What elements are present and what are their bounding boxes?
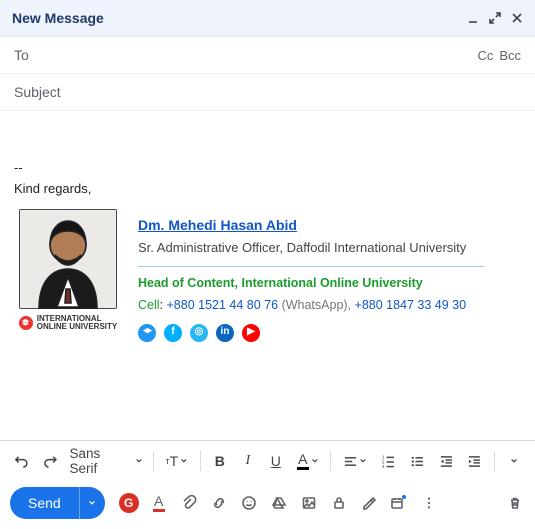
insert-drive-icon[interactable] bbox=[269, 493, 289, 513]
insert-emoji-icon[interactable] bbox=[239, 493, 259, 513]
font-family-label: Sans Serif bbox=[70, 446, 131, 476]
compose-title: New Message bbox=[12, 10, 467, 26]
text-color-button[interactable]: A bbox=[291, 447, 325, 475]
bcc-toggle[interactable]: Bcc bbox=[499, 48, 521, 63]
to-field-row[interactable]: To Cc Bcc bbox=[0, 37, 535, 74]
attach-file-icon[interactable] bbox=[179, 493, 199, 513]
message-body[interactable]: -- Kind regards, INTERNAT bbox=[0, 111, 535, 440]
bulleted-list-button[interactable] bbox=[404, 447, 431, 475]
signature-role: Head of Content, International Online Un… bbox=[138, 274, 484, 292]
undo-button[interactable] bbox=[8, 447, 35, 475]
subject-field-row[interactable]: Subject bbox=[0, 74, 535, 111]
numbered-list-button[interactable]: 123 bbox=[375, 447, 402, 475]
whatsapp-label: (WhatsApp), bbox=[282, 298, 351, 312]
insert-signature-icon[interactable] bbox=[359, 493, 379, 513]
social-icons: f ◎ in ▶ bbox=[138, 324, 484, 342]
svg-text:3: 3 bbox=[382, 463, 385, 468]
indent-more-button[interactable] bbox=[461, 447, 488, 475]
separator bbox=[153, 451, 154, 471]
align-button[interactable] bbox=[337, 447, 373, 475]
facebook-icon[interactable]: f bbox=[164, 324, 182, 342]
font-family-select[interactable]: Sans Serif bbox=[66, 447, 147, 475]
grad-cap-icon bbox=[19, 316, 33, 330]
compose-header: New Message bbox=[0, 0, 535, 37]
close-icon[interactable] bbox=[511, 12, 523, 24]
send-button-group: Send bbox=[10, 487, 105, 519]
sign-off-text: Kind regards, bbox=[14, 180, 521, 199]
window-controls bbox=[467, 12, 523, 24]
avatar bbox=[19, 209, 117, 309]
signature-name-link[interactable]: Dm. Mehedi Hasan Abid bbox=[138, 217, 297, 233]
signature-divider bbox=[138, 266, 484, 267]
minimize-icon[interactable] bbox=[467, 12, 479, 24]
separator bbox=[200, 451, 201, 471]
phone-1[interactable]: +880 1521 44 80 76 bbox=[167, 298, 279, 312]
bold-button[interactable]: B bbox=[207, 447, 233, 475]
subject-placeholder: Subject bbox=[14, 84, 521, 100]
separator bbox=[330, 451, 331, 471]
signature-phone-line: Cell: +880 1521 44 80 76 (WhatsApp), +88… bbox=[138, 296, 484, 314]
formatting-toolbar: Sans Serif тT B I U A 123 bbox=[0, 440, 535, 481]
cc-toggle[interactable]: Cc bbox=[477, 48, 493, 63]
confidential-mode-icon[interactable] bbox=[329, 493, 349, 513]
scholar-icon[interactable] bbox=[138, 324, 156, 342]
toolbar-more-button[interactable] bbox=[501, 447, 527, 475]
discard-draft-icon[interactable] bbox=[505, 493, 525, 513]
linkedin-icon[interactable]: in bbox=[216, 324, 234, 342]
cell-label: Cell bbox=[138, 298, 160, 312]
indent-less-button[interactable] bbox=[433, 447, 460, 475]
to-label: To bbox=[14, 47, 477, 63]
insert-link-icon[interactable] bbox=[209, 493, 229, 513]
youtube-icon[interactable]: ▶ bbox=[242, 324, 260, 342]
send-button[interactable]: Send bbox=[10, 487, 79, 519]
org-line2: ONLINE UNIVERSITY bbox=[37, 323, 117, 331]
instagram-icon[interactable]: ◎ bbox=[190, 324, 208, 342]
signature-separator: -- bbox=[14, 159, 521, 178]
phone-2[interactable]: +880 1847 33 49 30 bbox=[355, 298, 467, 312]
underline-button[interactable]: U bbox=[263, 447, 289, 475]
compose-actionbar: Send G A bbox=[0, 481, 535, 529]
italic-button[interactable]: I bbox=[235, 447, 261, 475]
signature-block: INTERNATIONAL ONLINE UNIVERSITY Dm. Mehe… bbox=[14, 209, 484, 342]
insert-photo-icon[interactable] bbox=[299, 493, 319, 513]
org-logo: INTERNATIONAL ONLINE UNIVERSITY bbox=[19, 315, 117, 331]
send-options-button[interactable] bbox=[79, 487, 105, 519]
schedule-icon[interactable] bbox=[389, 493, 409, 513]
redo-button[interactable] bbox=[37, 447, 64, 475]
expand-icon[interactable] bbox=[489, 12, 501, 24]
more-options-icon[interactable] bbox=[419, 493, 439, 513]
font-size-button[interactable]: тT bbox=[160, 447, 194, 475]
text-style-icon[interactable]: A bbox=[149, 493, 169, 513]
signature-job-title: Sr. Administrative Officer, Daffodil Int… bbox=[138, 239, 484, 258]
grammarly-icon[interactable]: G bbox=[119, 493, 139, 513]
separator bbox=[494, 451, 495, 471]
